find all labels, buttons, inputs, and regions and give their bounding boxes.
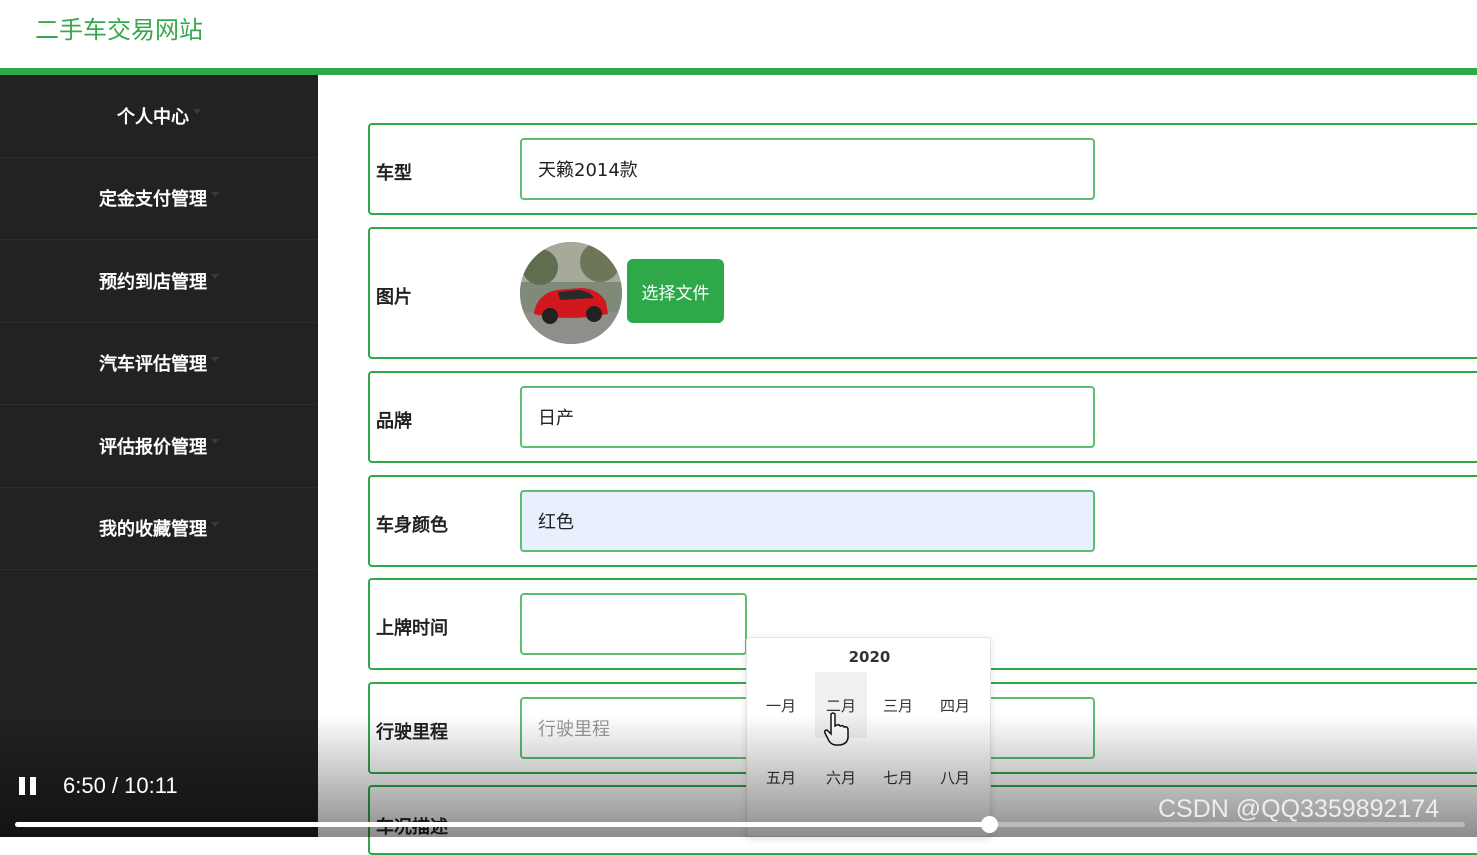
sidebar-item-label: 个人中心 [117,106,189,128]
month-option[interactable]: 五月 [755,744,807,810]
color-label: 车身颜色 [376,515,448,536]
site-title: 二手车交易网站 [35,16,203,44]
caret-down-icon [193,109,201,115]
month-picker: 2020 一月 二月 三月 四月 五月 六月 七月 八月 [746,637,991,837]
month-option[interactable]: 一月 [755,672,807,738]
sidebar-item-label: 汽车评估管理 [99,354,207,376]
caret-down-icon [211,356,219,362]
video-time: 6:50 / 10:11 [63,773,178,798]
sidebar-item-label: 定金支付管理 [99,189,207,211]
month-option[interactable]: 六月 [815,744,867,810]
caret-down-icon [211,191,219,197]
form-row-color: 车身颜色 红色 [368,475,1477,567]
mileage-label: 行驶里程 [376,722,448,743]
model-label: 车型 [376,163,412,184]
form-row-brand: 品牌 日产 [368,371,1477,463]
sidebar-item-label: 我的收藏管理 [99,519,207,541]
form-row-image: 图片 选择文件 [368,227,1477,359]
sidebar-item-personal-center[interactable]: 个人中心 [0,75,318,158]
car-photo [520,242,622,344]
watermark: CSDN @QQ3359892174 [1158,795,1440,823]
choose-file-button[interactable]: 选择文件 [627,259,724,323]
color-input[interactable]: 红色 [520,490,1095,552]
month-option[interactable]: 八月 [929,744,981,810]
hand-cursor-icon [824,712,849,746]
month-option[interactable]: 四月 [929,672,981,738]
plate-date-input[interactable] [520,593,747,655]
header: 二手车交易网站 [0,0,1477,68]
sidebar-item-appointment[interactable]: 预约到店管理 [0,240,318,323]
month-option[interactable]: 三月 [872,672,924,738]
sidebar-item-favorites[interactable]: 我的收藏管理 [0,488,318,570]
model-input[interactable]: 天籁2014款 [520,138,1095,200]
video-progress-bar[interactable] [15,816,1465,833]
brand-label: 品牌 [376,411,412,432]
header-divider [0,68,1477,75]
sidebar: 个人中心 定金支付管理 预约到店管理 汽车评估管理 评估报价管理 我的收藏管理 [0,75,318,837]
image-label: 图片 [376,287,412,308]
caret-down-icon [211,439,219,445]
picker-year[interactable]: 2020 [747,648,992,666]
pause-icon[interactable] [19,777,37,795]
form-row-model: 车型 天籁2014款 [368,123,1477,215]
caret-down-icon [211,274,219,280]
caret-down-icon [211,521,219,527]
sidebar-item-evaluation[interactable]: 汽车评估管理 [0,323,318,405]
brand-input[interactable]: 日产 [520,386,1095,448]
month-option[interactable]: 七月 [872,744,924,810]
sidebar-item-label: 预约到店管理 [99,271,207,293]
video-progress-fill [15,822,990,827]
sidebar-item-label: 评估报价管理 [99,436,207,458]
plate-date-label: 上牌时间 [376,618,448,639]
sidebar-item-quote[interactable]: 评估报价管理 [0,405,318,488]
sidebar-item-deposit[interactable]: 定金支付管理 [0,158,318,240]
